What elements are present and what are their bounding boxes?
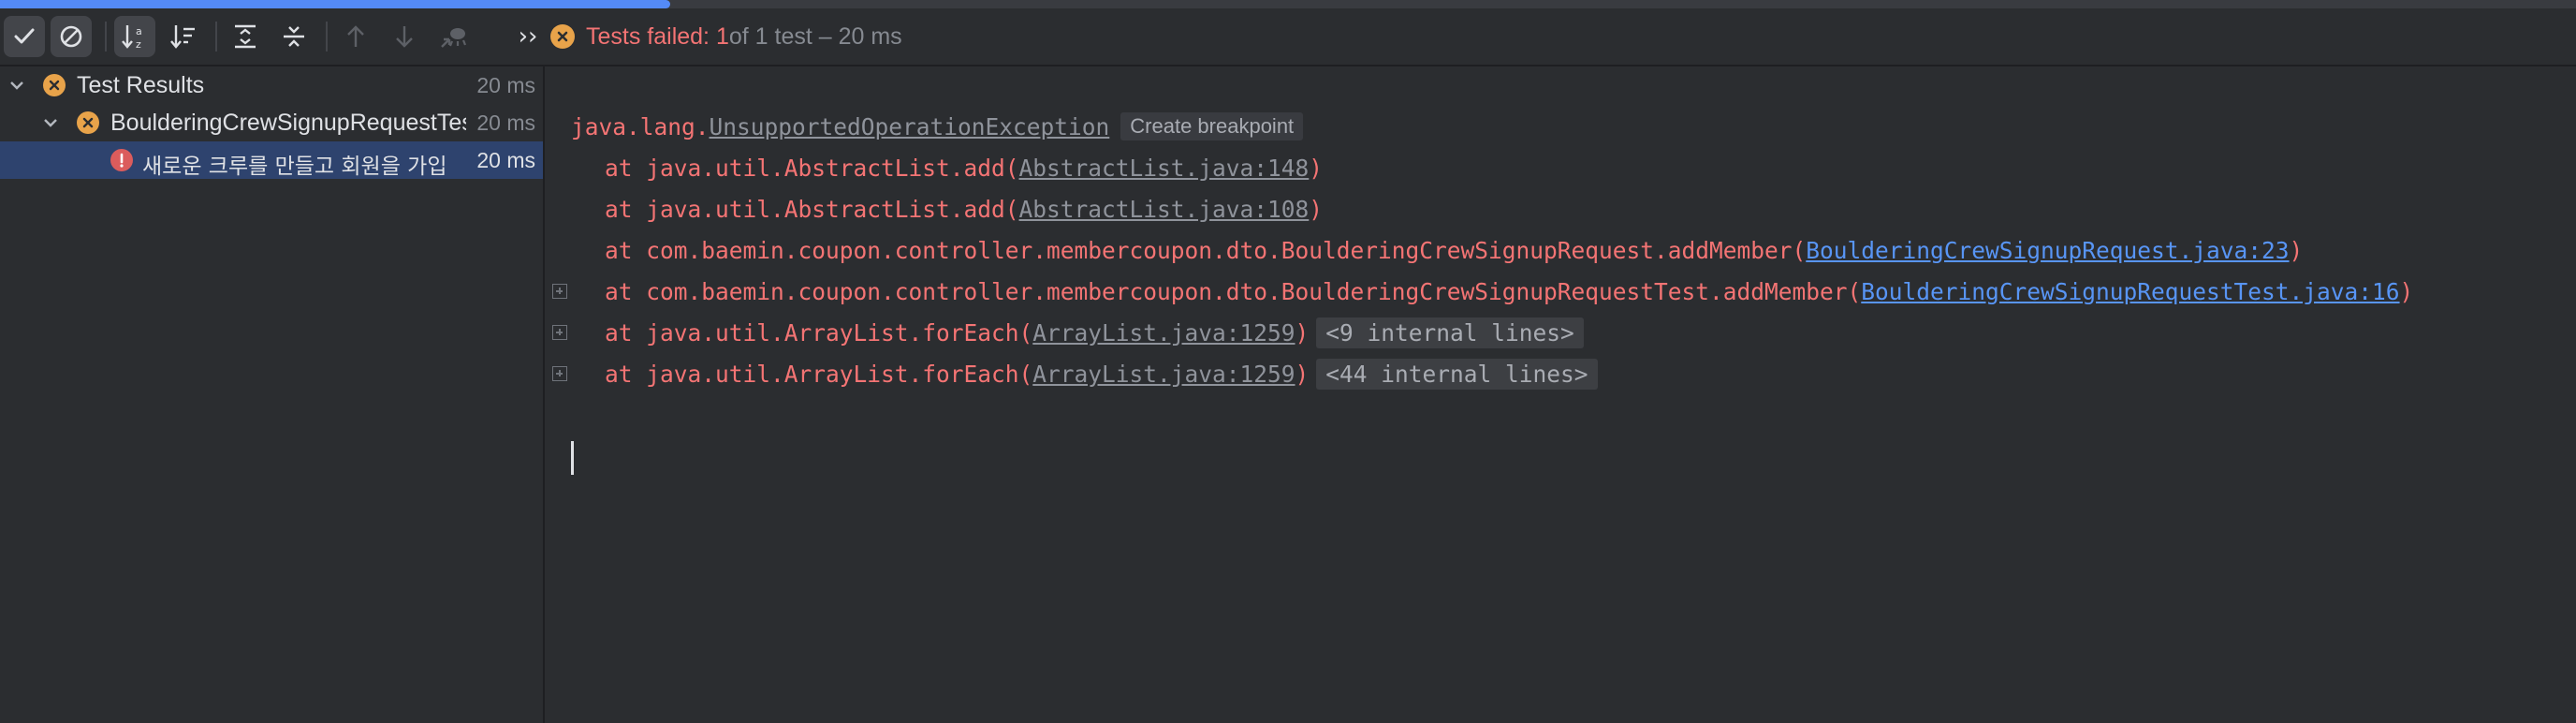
exception-package: java.lang.: [571, 112, 710, 140]
double-chevron-right-icon: ››: [518, 22, 538, 51]
import-tests-button[interactable]: [432, 16, 474, 57]
tree-item-label: Test Results: [77, 72, 205, 98]
sort-alpha-icon: a z: [122, 25, 142, 51]
warning-status-icon: [43, 74, 66, 96]
source-link[interactable]: AbstractList.java:108: [1019, 196, 1310, 223]
frame-text: at java.util.ArrayList.forEach(: [605, 318, 1033, 347]
tree-item-duration: 20 ms: [476, 73, 535, 97]
tree-item-duration: 20 ms: [471, 111, 535, 136]
frame-text: at java.util.AbstractList.add(: [605, 154, 1019, 182]
arrow-up-icon: [347, 25, 364, 47]
collapse-all-button[interactable]: [273, 16, 315, 57]
sort-alphabetically-button[interactable]: a z: [114, 16, 155, 57]
sort-duration-icon: [170, 25, 195, 49]
tree-item-test-class[interactable]: BoulderingCrewSignupRequestTest 20 ms: [0, 104, 543, 141]
expand-all-button[interactable]: [225, 16, 266, 57]
previous-failed-button[interactable]: [335, 16, 376, 57]
frame-tail: ): [1309, 195, 1324, 223]
create-breakpoint-hint[interactable]: Create breakpoint: [1120, 112, 1304, 140]
ban-icon: [60, 25, 82, 48]
stack-frame-line: at java.util.ArrayList.forEach(ArrayList…: [571, 314, 1584, 351]
show-passed-button[interactable]: [4, 16, 45, 57]
import-icon: [441, 28, 467, 48]
test-progress-bar: [0, 0, 2576, 8]
stack-frame-line: at com.baemin.coupon.controller.memberco…: [571, 231, 2303, 269]
tree-item-label: BoulderingCrewSignupRequestTest: [110, 110, 466, 136]
stack-frame-line: at com.baemin.coupon.controller.memberco…: [571, 273, 2413, 310]
tree-item-test-method[interactable]: 새로운 크루를 만들고 회원을 가입 20 ms: [0, 141, 543, 179]
test-status-summary: Tests failed: 1 of 1 test – 20 ms: [550, 17, 902, 56]
toolbar-separator: [105, 22, 107, 52]
toolbar-separator: [215, 22, 217, 52]
chevron-down-icon[interactable]: [41, 113, 60, 132]
test-progress-fill: [0, 0, 670, 8]
test-runner-toolbar: a z ›› Tests failed: 1 of 1 test – 20 ms: [0, 8, 2576, 66]
stack-frame-line: at java.util.AbstractList.add(AbstractLi…: [571, 190, 1323, 228]
test-results-tree: Test Results 20 ms BoulderingCrewSignupR…: [0, 66, 543, 723]
exception-line: java.lang. UnsupportedOperationException C…: [571, 108, 1304, 145]
expand-all-icon: [235, 24, 256, 49]
sort-by-duration-button[interactable]: [163, 16, 204, 57]
show-ignored-button[interactable]: [51, 16, 92, 57]
source-link[interactable]: BoulderingCrewSignupRequest.java:23: [1806, 237, 2289, 264]
frame-tail: ): [1295, 360, 1310, 388]
tree-item-duration: 20 ms: [471, 148, 535, 173]
tests-summary-text: of 1 test – 20 ms: [728, 22, 902, 50]
frame-tail: ): [2399, 277, 2414, 305]
frame-tail: ): [1295, 318, 1310, 347]
check-icon: [14, 28, 35, 44]
tree-item-test-results[interactable]: Test Results 20 ms: [0, 66, 543, 104]
stack-frame-line: at java.util.AbstractList.add(AbstractLi…: [571, 149, 1323, 186]
error-status-icon: [110, 149, 133, 171]
failed-status-icon: [550, 24, 575, 49]
more-button[interactable]: ››: [509, 16, 547, 57]
fold-toggle-icon[interactable]: [552, 325, 567, 340]
fold-toggle-icon[interactable]: [552, 284, 567, 299]
stack-frame-line: at java.util.ArrayList.forEach(ArrayList…: [571, 355, 1598, 392]
folded-internal-lines[interactable]: <9 internal lines>: [1316, 317, 1584, 348]
frame-text: at com.baemin.coupon.controller.memberco…: [605, 236, 1807, 264]
frame-tail: ): [1309, 154, 1324, 182]
next-failed-button[interactable]: [384, 16, 425, 57]
frame-tail: ): [2289, 236, 2304, 264]
arrow-down-icon: [396, 26, 413, 48]
console-output[interactable]: java.lang. UnsupportedOperationException C…: [545, 66, 2576, 723]
exception-class-link[interactable]: UnsupportedOperationException: [710, 113, 1110, 140]
svg-text:z: z: [136, 38, 141, 51]
svg-text:a: a: [136, 25, 142, 37]
toolbar-separator: [326, 22, 328, 52]
source-link[interactable]: ArrayList.java:1259: [1032, 319, 1295, 347]
folded-internal-lines[interactable]: <44 internal lines>: [1316, 358, 1598, 390]
test-runner-window: a z ›› Tests failed: 1 of 1 test – 20 ms…: [0, 0, 2576, 723]
fold-toggle-icon[interactable]: [552, 366, 567, 381]
source-link[interactable]: ArrayList.java:1259: [1032, 361, 1295, 388]
text-caret: [571, 441, 574, 475]
frame-text: at java.util.ArrayList.forEach(: [605, 360, 1033, 388]
collapse-all-icon: [284, 26, 304, 47]
frame-text: at java.util.AbstractList.add(: [605, 195, 1019, 223]
tree-item-label: 새로운 크루를 만들고 회원을 가입: [142, 155, 447, 179]
source-link[interactable]: AbstractList.java:148: [1019, 155, 1310, 182]
chevron-down-icon[interactable]: [7, 76, 26, 95]
source-link[interactable]: BoulderingCrewSignupRequestTest.java:16: [1861, 278, 2399, 305]
tests-failed-text: Tests failed: 1: [586, 22, 729, 50]
warning-status-icon: [77, 111, 99, 134]
frame-text: at com.baemin.coupon.controller.memberco…: [605, 277, 1862, 305]
